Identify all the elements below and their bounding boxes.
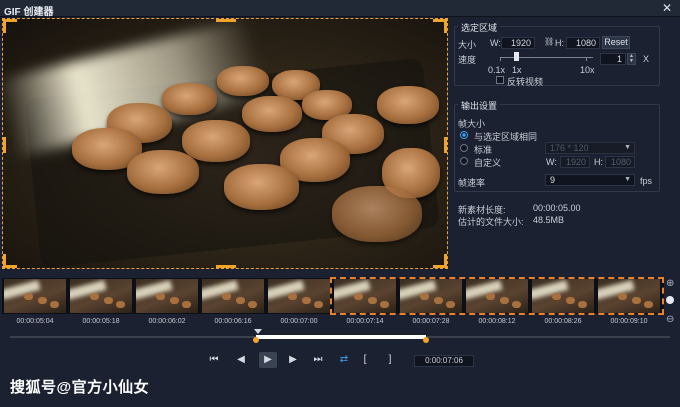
scrubber-selected-range[interactable] (256, 335, 426, 339)
fps-unit: fps (640, 176, 653, 186)
thumbnail-frame (532, 279, 596, 313)
file-size-label: 估计的文件大小: (458, 217, 524, 227)
mark-out-handle[interactable] (423, 337, 429, 343)
next-frame-button[interactable]: ▶ (285, 352, 301, 368)
custom-width-label: W: (546, 157, 557, 167)
slider-tick (500, 58, 501, 61)
cookie-image (377, 86, 439, 124)
cookie-image (332, 186, 422, 242)
window-title: GIF 创建器 (4, 7, 54, 18)
time-label: 00:00:08:12 (478, 318, 516, 325)
thumbnail-frame (268, 279, 332, 313)
thumbnail-frame (466, 279, 530, 313)
file-size-value: 48.5MB (533, 215, 565, 225)
time-label: 00:00:05:04 (16, 318, 54, 325)
radio-standard[interactable] (460, 144, 468, 152)
filmstrip[interactable] (2, 278, 664, 314)
output-group-title: 输出设置 (458, 99, 501, 112)
selection-group-title: 选定区域 (458, 21, 501, 34)
clip-length-value: 00:00:05.00 (533, 203, 581, 213)
title-bar: GIF 创建器 ✕ (0, 0, 680, 18)
go-to-start-button[interactable]: ⏮ (206, 352, 222, 368)
width-input[interactable]: 1920 (501, 37, 535, 49)
thumbnail-frame (4, 279, 68, 313)
zoom-slider-thumb[interactable] (666, 296, 674, 304)
cookie-image (242, 96, 302, 132)
speed-spinner[interactable]: ▲ ▼ (627, 53, 636, 65)
size-label: 大小 (458, 40, 477, 50)
speed-tick-label: 0.1x (488, 65, 506, 75)
custom-height-input[interactable]: 1080 (605, 156, 635, 168)
speed-label: 速度 (458, 55, 477, 65)
radio-same-as-selection[interactable] (460, 131, 468, 139)
cookie-image (224, 164, 299, 210)
fps-select[interactable]: 9 ▼ (545, 174, 635, 186)
fps-value: 9 (550, 175, 556, 185)
reverse-checkbox[interactable] (496, 76, 504, 84)
standard-size-value: 176 * 120 (550, 143, 589, 153)
link-icon[interactable]: ⛓ (544, 37, 554, 46)
width-label: W: (490, 38, 501, 48)
playhead-marker[interactable] (254, 329, 262, 334)
height-label: H: (555, 38, 564, 48)
radio-standard-label: 标准 (474, 145, 493, 155)
zoom-out-icon[interactable]: ⊖ (666, 314, 674, 325)
cookie-image (217, 66, 269, 96)
chevron-down-icon: ▼ (624, 144, 631, 151)
cookie-image (182, 120, 250, 162)
speed-unit: X (643, 54, 650, 64)
time-label: 00:00:07:00 (280, 318, 318, 325)
play-button[interactable]: ▶ (259, 352, 277, 368)
standard-size-select[interactable]: 176 * 120 ▼ (545, 142, 635, 154)
time-label: 00:00:06:16 (214, 318, 252, 325)
watermark-text: 搜狐号@官方小仙女 (10, 379, 150, 396)
thumbnail-frame (70, 279, 134, 313)
speed-tick-label: 1x (512, 65, 522, 75)
custom-height-label: H: (594, 157, 603, 167)
cookie-image (127, 150, 199, 194)
reset-button[interactable]: Reset (602, 36, 630, 49)
time-label: 00:00:09:10 (610, 318, 648, 325)
radio-same-label: 与选定区域相同 (474, 132, 538, 142)
thumbnail-frame (334, 279, 398, 313)
radio-custom[interactable] (460, 157, 468, 165)
time-label: 00:00:08:26 (544, 318, 582, 325)
timecode-input[interactable]: 0:00:07:06 (414, 355, 474, 367)
loop-icon[interactable]: ⇄ (336, 352, 352, 368)
mark-out-button[interactable]: ] (385, 352, 395, 368)
video-preview[interactable] (2, 18, 448, 269)
zoom-in-icon[interactable]: ⊕ (666, 278, 674, 289)
speed-input[interactable]: 1 (600, 53, 626, 65)
go-to-end-button[interactable]: ⏭ (310, 352, 326, 368)
mark-in-button[interactable]: [ (360, 352, 370, 368)
thumbnail-frame (202, 279, 266, 313)
speed-slider-thumb[interactable] (514, 52, 519, 61)
custom-width-input[interactable]: 1920 (560, 156, 590, 168)
speed-tick-label: 10x (580, 65, 595, 75)
slider-tick (586, 58, 587, 61)
previous-frame-button[interactable]: ◀ (233, 352, 249, 368)
close-icon[interactable]: ✕ (662, 1, 672, 15)
chevron-down-icon: ▼ (624, 176, 631, 183)
cookie-image (162, 83, 217, 115)
fps-label: 帧速率 (458, 178, 486, 188)
thumbnail-frame (598, 279, 662, 313)
thumbnail-frame (136, 279, 200, 313)
radio-custom-label: 自定义 (474, 158, 502, 168)
time-label: 00:00:05:18 (82, 318, 120, 325)
time-label: 00:00:07:14 (346, 318, 384, 325)
time-label: 00:00:07:28 (412, 318, 450, 325)
mark-in-handle[interactable] (253, 337, 259, 343)
thumbnail-frame (400, 279, 464, 313)
time-label: 00:00:06:02 (148, 318, 186, 325)
height-input[interactable]: 1080 (566, 37, 600, 49)
reverse-label: 反转视频 (507, 77, 544, 87)
frame-size-label: 帧大小 (458, 119, 486, 129)
